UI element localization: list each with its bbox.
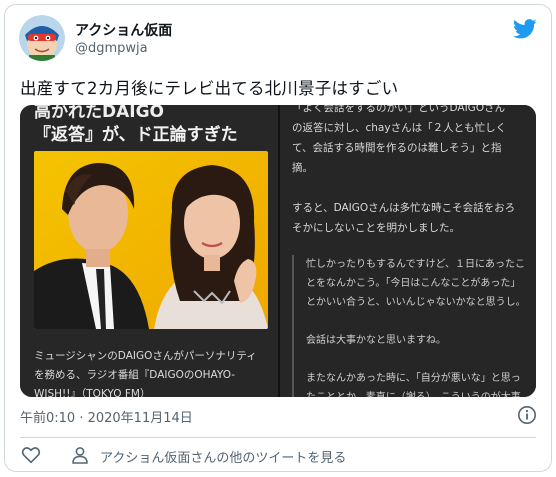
media-image-right[interactable]: 「よく会話をするのかい」というDAIGOさん の返答に対し、chayさんは「２人… — [280, 105, 536, 397]
heart-icon[interactable] — [21, 445, 41, 465]
media-right-line: て、会話する時間を作るのは難しそう」と指 — [292, 142, 502, 154]
media-left-body: ミュージシャンのDAIGOさんがパーソナリティ を務める、ラジオ番組『DAIGO… — [34, 347, 270, 397]
quote-line: 忙しかったりもするんですけど、１日にあったこ — [306, 259, 525, 270]
author-handle[interactable]: @dgmpwja — [75, 41, 148, 56]
divider — [20, 437, 536, 438]
quote-line: またなんかあった時に、「自分が悪いな」と思っ — [306, 373, 521, 384]
tweet-card: アクショん仮面 @dgmpwja 出産すて2カ月後にテレビ出てる北川景子はすごい… — [4, 4, 552, 472]
person-icon[interactable] — [71, 446, 89, 464]
media-quote: 忙しかったりもするんですけど、１日にあったこ とをなんかこう。「今日はこんなこと… — [292, 255, 526, 397]
media-left-line: を務める、ラジオ番組『DAIGOのOHAYO- — [34, 369, 236, 381]
media-left-line: ミュージシャンのDAIGOさんがパーソナリティ — [34, 350, 257, 362]
avatar[interactable] — [19, 15, 65, 61]
couple-photo — [34, 151, 268, 329]
info-icon[interactable] — [517, 405, 537, 425]
media-left-line: WISH!!』（TOKYO FM） — [34, 388, 151, 397]
media-right-line: すると、DAIGOさんは多忙な時こそ会話をおろ — [292, 202, 516, 214]
twitter-bird-icon[interactable] — [513, 19, 537, 39]
media-right-line — [292, 178, 528, 198]
quote-line: 会話は大事かなと思いますね。 — [306, 335, 446, 346]
media-right-line: の返答に対し、chayさんは「２人とも忙しく — [292, 122, 507, 134]
quote-line — [306, 312, 526, 331]
media-right-line: そかにしないことを明かしました。 — [292, 222, 460, 234]
quote-line — [306, 350, 526, 369]
media-right-body: 「よく会話をするのかい」というDAIGOさん の返答に対し、chayさんは「２人… — [292, 105, 528, 238]
quote-line: とをなんかこう。「今日はこんなことがあった」 — [306, 278, 521, 289]
media-image-left[interactable]: 高かれたDAIGO 『返答』が、ド正論すぎた ミュージシャンのDAIGOさんがパ… — [20, 105, 278, 397]
media-headline: 『返答』が、ド正論すぎた — [34, 125, 238, 145]
tweet-timestamp[interactable]: 午前0:10 · 2020年11月14日 — [20, 407, 193, 426]
more-tweets-link[interactable]: アクショん仮面さんの他のツイートを見る — [100, 447, 346, 466]
author-name[interactable]: アクショん仮面 — [75, 20, 172, 40]
quote-line: たこととか、素直に（謝る）。こういうのが大事 — [306, 388, 526, 397]
tweet-text: 出産すて2カ月後にテレビ出てる北川景子はすごい — [20, 79, 399, 98]
tweet-media[interactable]: 高かれたDAIGO 『返答』が、ド正論すぎた ミュージシャンのDAIGOさんがパ… — [20, 105, 536, 397]
media-right-line: 摘。 — [292, 162, 313, 174]
quote-line: とかいい合うと、いいんじゃないかなと思うし。 — [306, 297, 526, 308]
media-right-line: 「よく会話をするのかい」というDAIGOさん — [292, 105, 506, 114]
